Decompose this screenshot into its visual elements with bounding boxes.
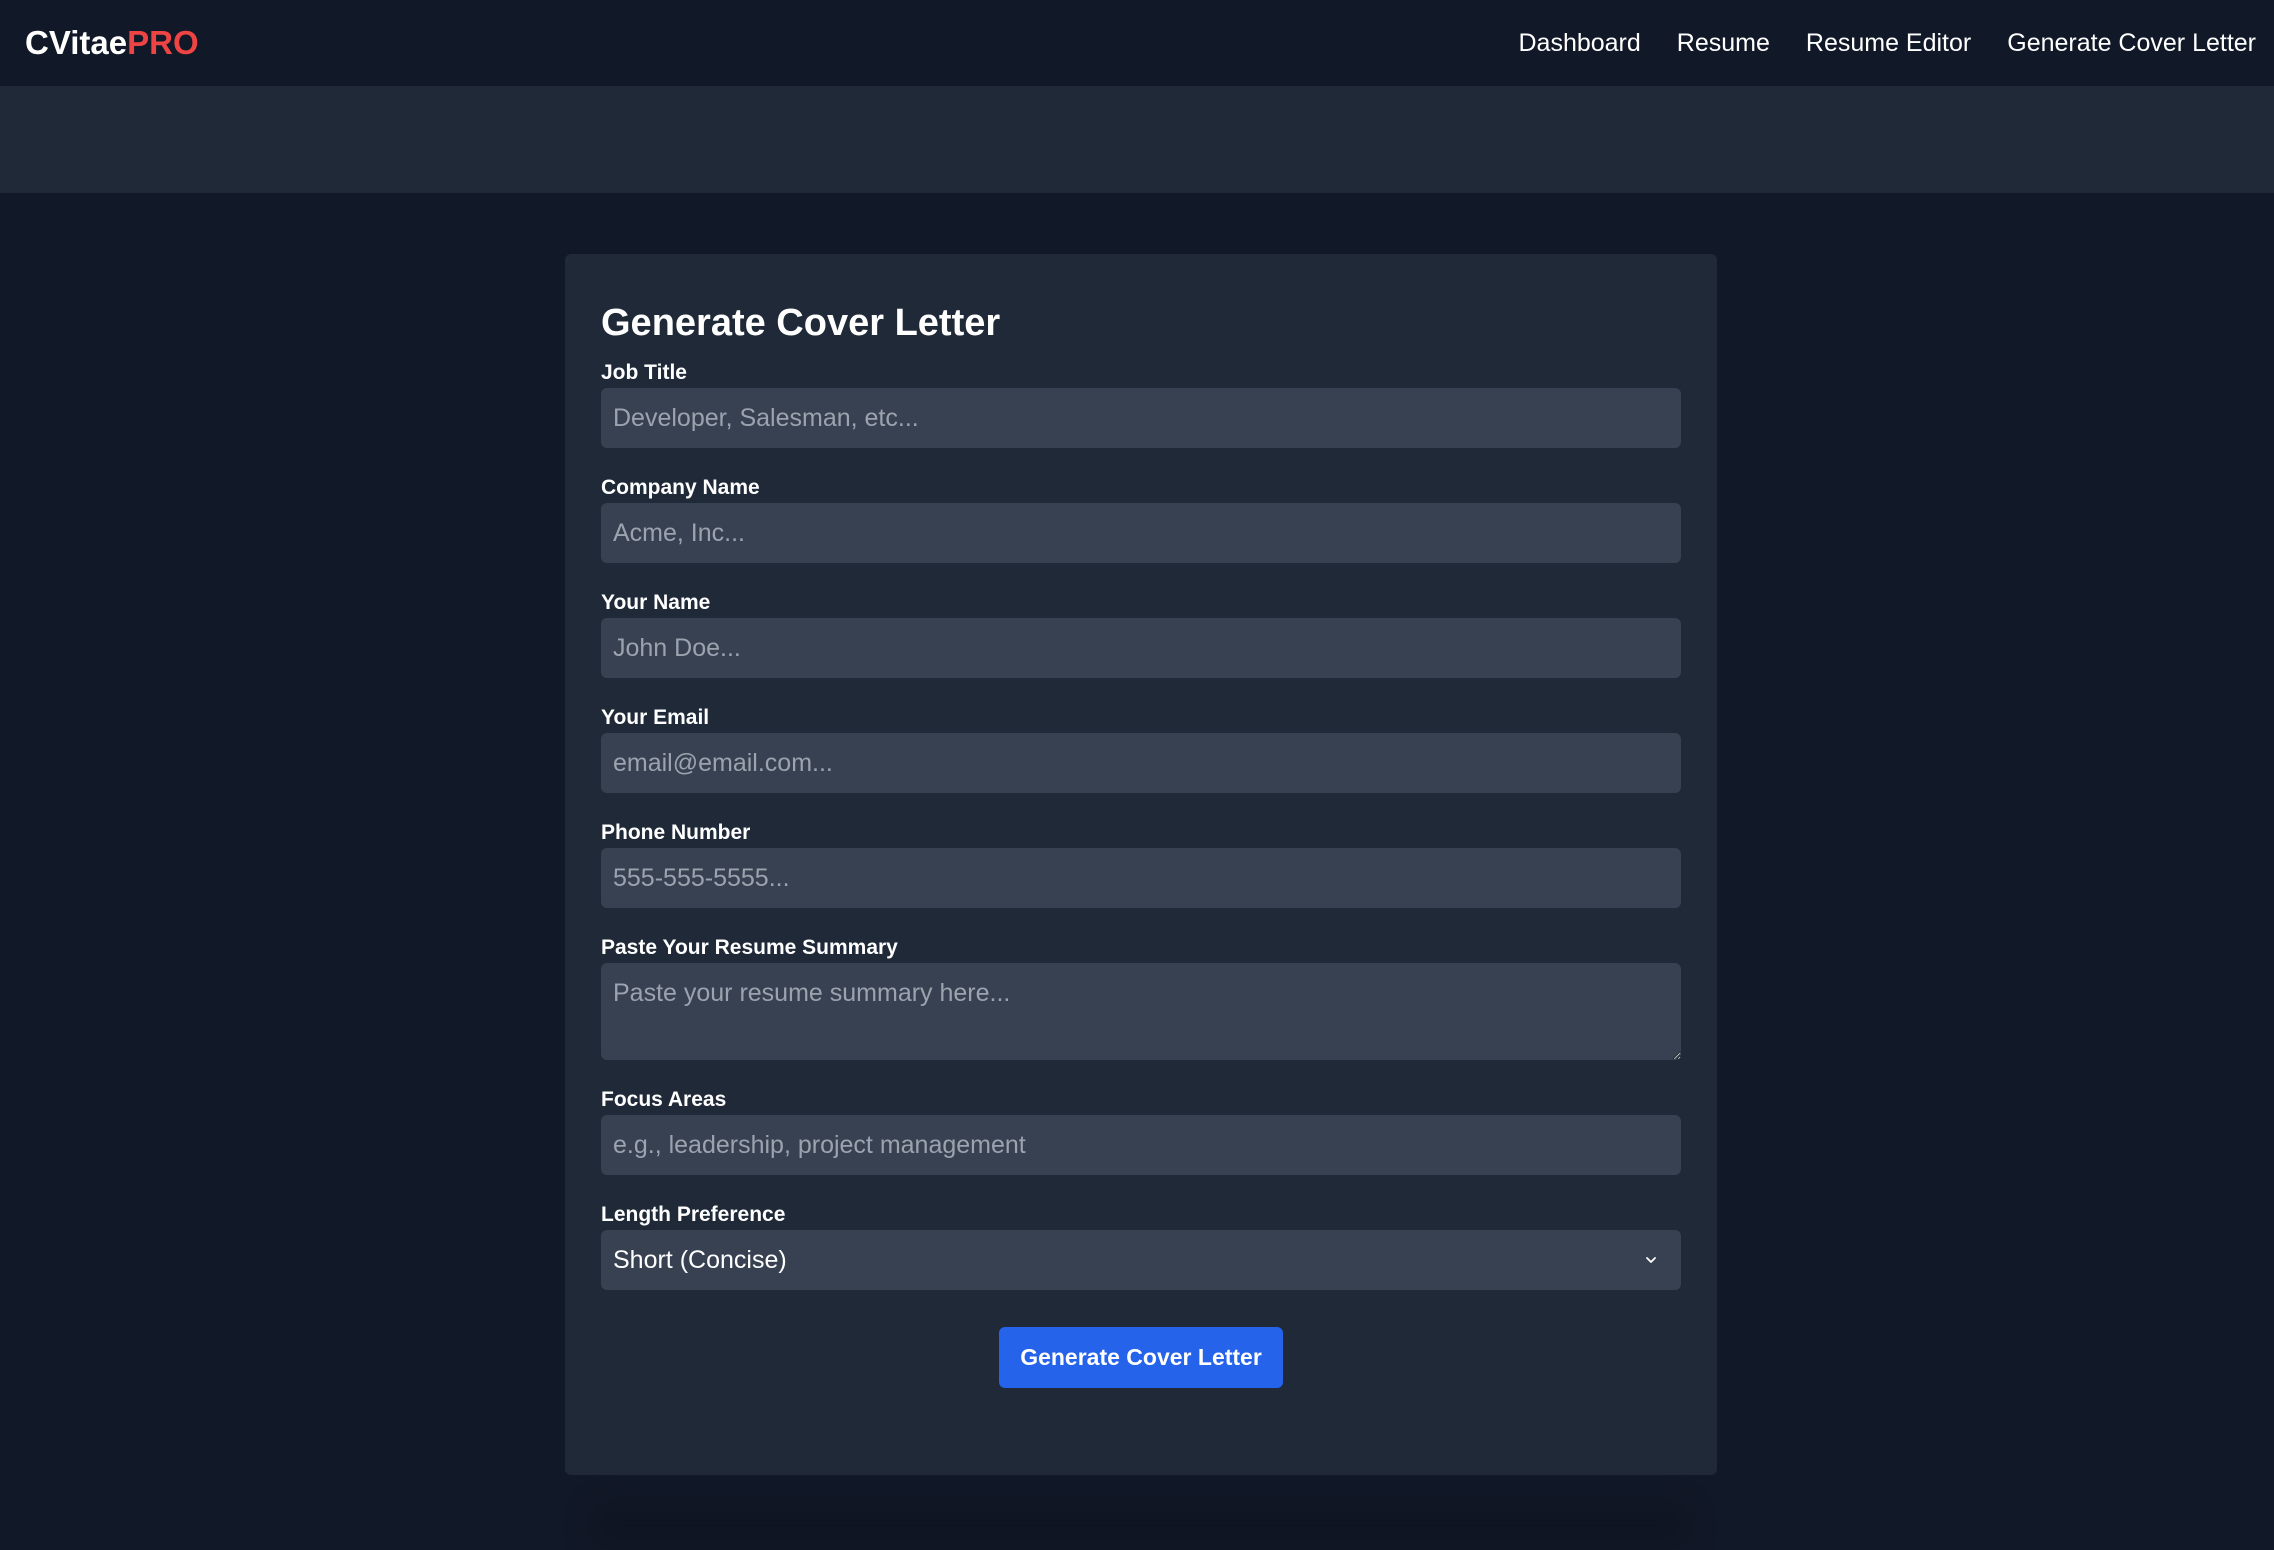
job-title-field: Job Title: [601, 358, 1681, 448]
footer-shadow: [590, 1505, 1690, 1545]
job-title-input[interactable]: [601, 388, 1681, 448]
your-email-field: Your Email: [601, 703, 1681, 793]
length-preference-field: Length Preference Short (Concise): [601, 1200, 1681, 1290]
length-preference-value: Short (Concise): [613, 1245, 787, 1274]
nav-generate-cover-letter[interactable]: Generate Cover Letter: [2007, 29, 2256, 58]
focus-areas-label: Focus Areas: [601, 1088, 727, 1111]
your-name-label: Your Name: [601, 591, 711, 614]
cover-letter-form-card: Generate Cover Letter Job Title Company …: [565, 254, 1717, 1475]
nav-dashboard[interactable]: Dashboard: [1518, 29, 1640, 58]
brand-accent: PRO: [127, 24, 199, 61]
length-preference-select[interactable]: Short (Concise): [601, 1230, 1681, 1290]
job-title-label: Job Title: [601, 361, 687, 384]
resume-summary-label: Paste Your Resume Summary: [601, 936, 898, 959]
company-name-field: Company Name: [601, 473, 1681, 563]
phone-number-input[interactable]: [601, 848, 1681, 908]
brand-name: CVitae: [25, 24, 128, 61]
focus-areas-input[interactable]: [601, 1115, 1681, 1175]
length-preference-label: Length Preference: [601, 1203, 786, 1226]
page-title: Generate Cover Letter: [601, 302, 1001, 344]
resume-summary-field: Paste Your Resume Summary: [601, 933, 1681, 1060]
company-name-input[interactable]: [601, 503, 1681, 563]
nav-links: Dashboard Resume Resume Editor Generate …: [1482, 29, 2256, 58]
chevron-down-icon: [1646, 1257, 1656, 1263]
company-name-label: Company Name: [601, 476, 760, 499]
your-name-input[interactable]: [601, 618, 1681, 678]
phone-number-label: Phone Number: [601, 821, 751, 844]
focus-areas-field: Focus Areas: [601, 1085, 1681, 1175]
submit-row: Generate Cover Letter: [601, 1327, 1681, 1388]
top-navbar: CVitaePRO Dashboard Resume Resume Editor…: [0, 0, 2274, 86]
phone-number-field: Phone Number: [601, 818, 1681, 908]
generate-cover-letter-button[interactable]: Generate Cover Letter: [999, 1327, 1283, 1388]
brand-logo[interactable]: CVitaePRO: [25, 24, 199, 62]
resume-summary-textarea[interactable]: [601, 963, 1681, 1060]
your-email-input[interactable]: [601, 733, 1681, 793]
your-name-field: Your Name: [601, 588, 1681, 678]
nav-resume-editor[interactable]: Resume Editor: [1806, 29, 1971, 58]
nav-resume[interactable]: Resume: [1677, 29, 1770, 58]
page-header-band: [0, 86, 2274, 193]
your-email-label: Your Email: [601, 706, 710, 729]
